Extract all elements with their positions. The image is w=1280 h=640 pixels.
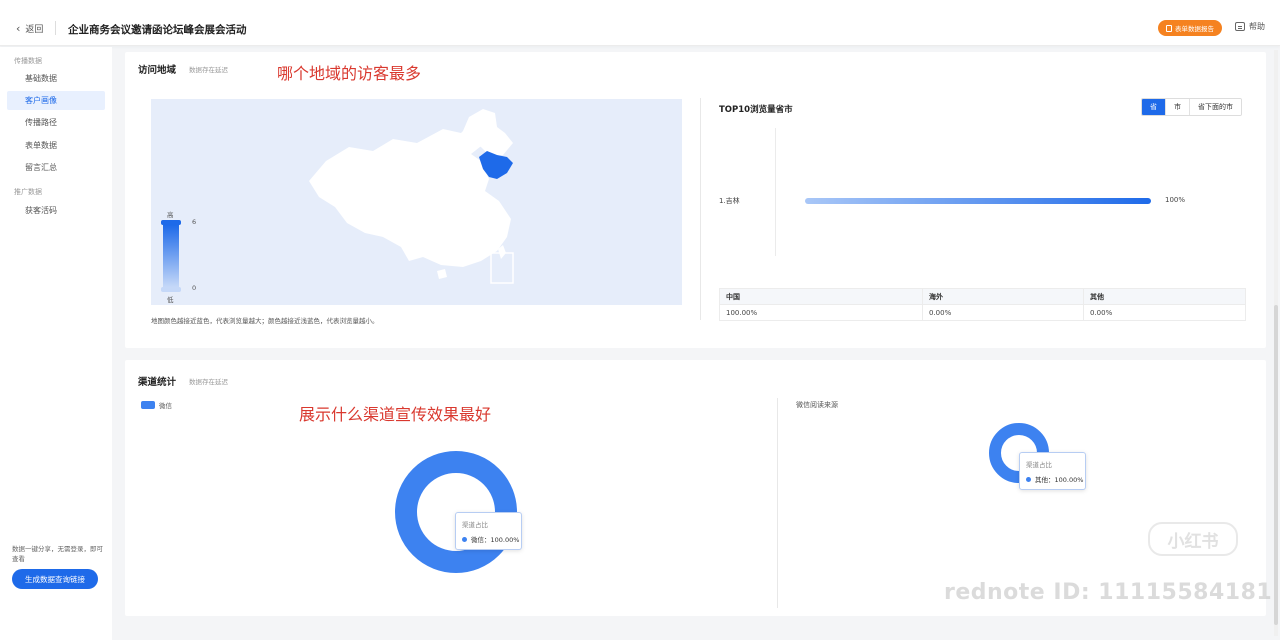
legend-low-label: 低 (167, 296, 174, 304)
tooltip-row: 其他：100.00% (1026, 474, 1083, 484)
divider (55, 21, 56, 35)
report-button[interactable]: 表单数据报告 (1158, 20, 1222, 36)
watermark-id: rednote ID: 11115584181 (944, 580, 1273, 605)
tooltip-title: 渠道占比 (462, 521, 488, 529)
channel-annotation: 展示什么渠道宣传效果最好 (299, 405, 492, 424)
report-button-label: 表单数据报告 (1175, 25, 1214, 33)
col-other: 其他 (1083, 288, 1246, 305)
table-header-row: 中国 海外 其他 (719, 288, 1246, 305)
legend-wechat-swatch[interactable] (141, 401, 155, 409)
series-dot-icon (462, 536, 467, 542)
back-button[interactable]: ‹ 返回 (16, 22, 43, 35)
hainan-shape (437, 269, 447, 279)
region-table: 中国 海外 其他 100.00% 0.00% 0.00% (719, 288, 1246, 321)
channel-subtitle: 数据存在延迟 (189, 378, 228, 386)
rank-value: 100% (1165, 196, 1186, 204)
tooltip-title: 渠道占比 (1026, 461, 1052, 469)
watermark-logo-text: 小红书 (1167, 531, 1219, 552)
tooltip-row: 微信：100.00% (462, 534, 519, 544)
sidebar-item-basic-data[interactable]: 基础数据 (7, 69, 105, 88)
cell-china: 100.00% (719, 304, 923, 321)
sidebar: 传播数据 基础数据 客户画像 传播路径 表单数据 留言汇总 推广数据 获客活码 … (0, 47, 112, 640)
legend-max-value: 6 (192, 218, 197, 226)
generate-link-button[interactable]: 生成数据查询链接 (12, 569, 98, 589)
map-note: 地图颜色越接近蓝色，代表浏览量越大；颜色越接近浅蓝色，代表浏览量越小。 (151, 317, 379, 325)
visit-region-title: 访问地域 (138, 65, 177, 76)
legend-wechat-label: 微信 (159, 402, 172, 410)
sidebar-item-customer-profile[interactable]: 客户画像 (7, 91, 105, 110)
region-divider (700, 98, 701, 320)
sidebar-group-spread: 传播数据 (14, 57, 42, 65)
channel-title: 渠道统计 (138, 377, 177, 388)
sidebar-item-form-data[interactable]: 表单数据 (7, 136, 105, 155)
legend-min-value: 0 (192, 284, 197, 292)
col-china: 中国 (719, 288, 923, 305)
wechat-source-title: 微信阅读来源 (796, 401, 838, 409)
chevron-left-icon: ‹ (16, 22, 21, 35)
help-label: 帮助 (1249, 22, 1265, 31)
channel-card (125, 360, 1266, 616)
top10-tabs: 省 市 省下面的市 (1141, 98, 1242, 116)
back-label: 返回 (25, 25, 44, 35)
cell-overseas: 0.00% (922, 304, 1084, 321)
map-legend-bar (161, 220, 181, 292)
cell-other: 0.00% (1083, 304, 1246, 321)
channel-tooltip: 渠道占比 微信：100.00% (455, 512, 522, 550)
tab-sub-city[interactable]: 省下面的市 (1189, 99, 1241, 115)
sidebar-item-spread-path[interactable]: 传播路径 (7, 113, 105, 132)
tab-city[interactable]: 市 (1165, 99, 1189, 115)
sidebar-item-lead-code[interactable]: 获客活码 (7, 201, 105, 220)
sidebar-item-message-summary[interactable]: 留言汇总 (7, 158, 105, 177)
col-overseas: 海外 (922, 288, 1084, 305)
tooltip-value: 微信：100.00% (471, 536, 520, 544)
top-bar: ‹ 返回 企业商务会议邀请函论坛峰会展会活动 表单数据报告 帮助 (0, 0, 1280, 46)
tooltip-value: 其他：100.00% (1035, 476, 1084, 484)
chat-icon (1235, 22, 1245, 31)
scrollbar-thumb[interactable] (1274, 305, 1278, 625)
legend-bottom-handle[interactable] (161, 287, 181, 292)
china-map[interactable] (151, 99, 682, 305)
table-row: 100.00% 0.00% 0.00% (719, 304, 1246, 321)
channel-divider (777, 398, 778, 608)
legend-high-label: 高 (167, 211, 174, 219)
document-icon (1166, 24, 1172, 32)
rank-bar (805, 198, 1151, 204)
share-note: 数据一键分享，无需登录，即可查看 (12, 545, 103, 563)
page-title: 企业商务会议邀请函论坛峰会展会活动 (68, 24, 247, 36)
sidebar-group-promotion: 推广数据 (14, 188, 42, 196)
legend-top-handle[interactable] (161, 220, 181, 225)
help-link[interactable]: 帮助 (1235, 21, 1265, 32)
visit-region-subtitle: 数据存在延迟 (189, 66, 228, 74)
series-dot-icon (1026, 476, 1031, 482)
legend-gradient (163, 225, 179, 287)
watermark-logo: 小红书 (1148, 522, 1238, 556)
top10-title: TOP10浏览量省市 (719, 105, 793, 115)
wechat-source-tooltip: 渠道占比 其他：100.00% (1019, 452, 1086, 490)
tab-province[interactable]: 省 (1142, 99, 1165, 115)
visit-region-annotation: 哪个地域的访客最多 (277, 64, 422, 83)
rank-axis (775, 128, 776, 256)
rank-label: 1.吉林 (719, 197, 740, 205)
china-map-svg (309, 109, 514, 284)
